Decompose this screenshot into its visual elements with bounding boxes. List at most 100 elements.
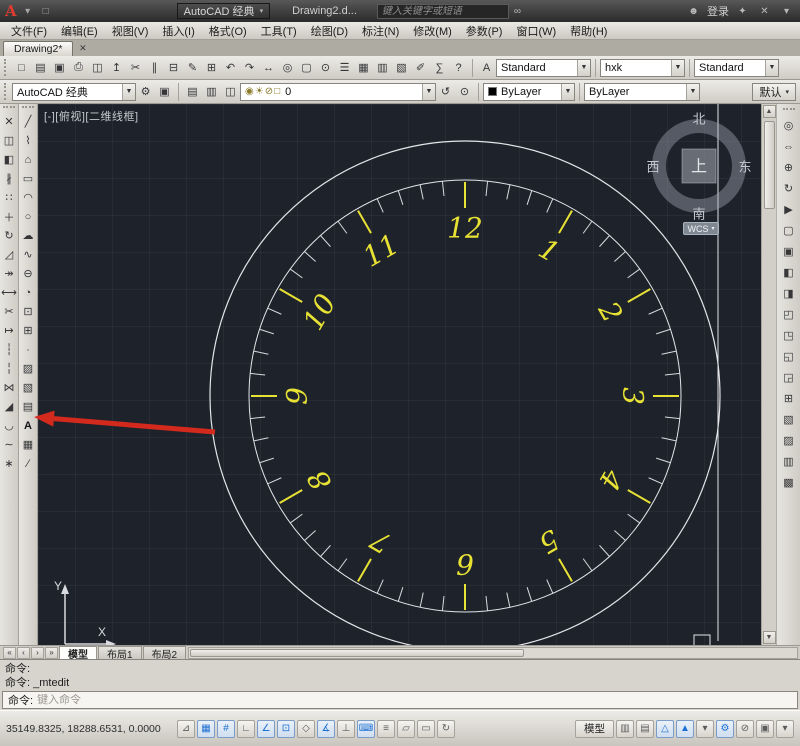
- viewcube-south-label[interactable]: 南: [692, 207, 705, 222]
- layout-nav-button[interactable]: ‹: [17, 646, 30, 659]
- table-button[interactable]: ▦: [19, 435, 37, 454]
- layout-nav-button[interactable]: »: [45, 646, 58, 659]
- horizontal-scrollbar[interactable]: [188, 646, 798, 659]
- login-link[interactable]: 登录: [707, 3, 729, 19]
- transparency-button[interactable]: ▱: [397, 719, 415, 738]
- object-snap-button[interactable]: ⊡: [277, 719, 295, 738]
- offset-button[interactable]: ∦: [0, 169, 18, 188]
- viewcube-west-label[interactable]: 西: [646, 160, 659, 175]
- join-button[interactable]: ⋈: [0, 378, 18, 397]
- zoom-extents-button[interactable]: ⊕: [779, 158, 799, 177]
- copy-button[interactable]: ◫: [0, 131, 18, 150]
- workspace-combo[interactable]: AutoCAD 经典 ▼: [12, 82, 136, 101]
- status-menu-caret-button[interactable]: ▾: [776, 719, 794, 738]
- horizontal-scroll-thumb[interactable]: [190, 648, 525, 657]
- clean-screen-button[interactable]: ▣: [756, 719, 774, 738]
- viewcube-top-label[interactable]: 上: [691, 158, 707, 176]
- mtext-button[interactable]: A: [19, 416, 37, 435]
- object-snap-tracking-button[interactable]: ∡: [317, 719, 335, 738]
- publish-button[interactable]: ↥: [107, 58, 126, 77]
- lineweight-button[interactable]: ≡: [377, 719, 395, 738]
- properties-button[interactable]: ☰: [335, 58, 354, 77]
- menu-item[interactable]: 绘图(D): [304, 22, 355, 40]
- drawing-canvas[interactable]: [-][俯视][二维线框] 12 1 2 3 4 5 6 7 8 9 10 11 上 北 南 西 东 …: [38, 104, 761, 645]
- undo-button[interactable]: ↶: [221, 58, 240, 77]
- rotate-button[interactable]: ↻: [0, 226, 18, 245]
- annotation-autoscale-button[interactable]: ▲: [676, 719, 694, 738]
- dynamic-ucs-button[interactable]: ⊥: [337, 719, 355, 738]
- markup-set-manager-button[interactable]: ✐: [411, 58, 430, 77]
- workspace-switching-button[interactable]: ⚙: [716, 719, 734, 738]
- plot-preview-button[interactable]: ◫: [88, 58, 107, 77]
- layout-nav-button[interactable]: «: [3, 646, 16, 659]
- region-button[interactable]: ▤: [19, 397, 37, 416]
- viewcube-north-label[interactable]: 北: [692, 112, 705, 127]
- circle-button[interactable]: ○: [19, 207, 37, 226]
- menu-item[interactable]: 窗口(W): [509, 22, 563, 40]
- menu-item[interactable]: 视图(V): [105, 22, 156, 40]
- blend-button[interactable]: ∼: [0, 435, 18, 454]
- menu-item[interactable]: 标注(N): [355, 22, 406, 40]
- menu-item[interactable]: 参数(P): [459, 22, 510, 40]
- command-input-row[interactable]: 命令:: [2, 691, 798, 709]
- lengthen-button[interactable]: ⟷: [0, 283, 18, 302]
- view-se-iso-button[interactable]: ◲: [779, 368, 799, 387]
- pan-button[interactable]: ⇔: [779, 137, 799, 156]
- point-button[interactable]: ∙: [19, 340, 37, 359]
- polar-tracking-button[interactable]: ∠: [257, 719, 275, 738]
- command-input[interactable]: [37, 694, 792, 706]
- view-sw-iso-button[interactable]: ◱: [779, 347, 799, 366]
- block-editor-button[interactable]: ⊞: [202, 58, 221, 77]
- redo-button[interactable]: ↷: [240, 58, 259, 77]
- model-space-button[interactable]: 模型: [575, 719, 614, 738]
- move-button[interactable]: ＋: [0, 207, 18, 226]
- ellipse-button[interactable]: ⊖: [19, 264, 37, 283]
- zoom-window-button[interactable]: ▢: [297, 58, 316, 77]
- paste-button[interactable]: ⊟: [164, 58, 183, 77]
- viewcube-east-label[interactable]: 东: [738, 160, 751, 175]
- menu-item[interactable]: 帮助(H): [563, 22, 614, 40]
- plot-button[interactable]: ⎙: [69, 58, 88, 77]
- design-center-button[interactable]: ▦: [354, 58, 373, 77]
- search-input[interactable]: [376, 3, 509, 19]
- trim-button[interactable]: ✂: [0, 302, 18, 321]
- workspace-selector[interactable]: AutoCAD 经典 ▾: [176, 3, 271, 19]
- default-annotation-button[interactable]: 默认 ▾: [752, 82, 796, 101]
- fillet-button[interactable]: ◡: [0, 416, 18, 435]
- revcloud-button[interactable]: ☁: [19, 226, 37, 245]
- dynamic-input-button[interactable]: ⌨: [357, 719, 375, 738]
- scale-button[interactable]: ◿: [0, 245, 18, 264]
- make-block-button[interactable]: ⊞: [19, 321, 37, 340]
- gradient-button[interactable]: ▧: [19, 378, 37, 397]
- break-button[interactable]: ╎: [0, 359, 18, 378]
- wcs-selector[interactable]: WCS ▾: [683, 222, 719, 235]
- text-style-combo[interactable]: Standard ▼: [496, 58, 591, 77]
- line-button[interactable]: ╱: [19, 112, 37, 131]
- user-icon[interactable]: ☻: [685, 3, 702, 19]
- extend-button[interactable]: ↦: [0, 321, 18, 340]
- chevron-down-icon[interactable]: ▼: [561, 83, 574, 100]
- save-button[interactable]: ▣: [50, 58, 69, 77]
- tab-close-icon[interactable]: ✕: [76, 42, 89, 55]
- toolbar-lock-button[interactable]: ⊘: [736, 719, 754, 738]
- arc-button[interactable]: ◠: [19, 188, 37, 207]
- zoom-previous-button[interactable]: ⊙: [316, 58, 335, 77]
- chevron-down-icon[interactable]: ▼: [422, 83, 435, 100]
- ray-button[interactable]: ∕: [19, 454, 37, 473]
- chevron-down-icon[interactable]: ▼: [686, 83, 699, 100]
- toolbar-grip[interactable]: [782, 108, 795, 113]
- menu-item[interactable]: 修改(M): [406, 22, 459, 40]
- chevron-down-icon[interactable]: ▼: [671, 59, 684, 76]
- wireframe-2d-button[interactable]: ⊞: [779, 389, 799, 408]
- cut-button[interactable]: ✂: [126, 58, 145, 77]
- infocenter-caret-icon[interactable]: ▾: [778, 3, 795, 19]
- layer-previous-button[interactable]: ↺: [436, 82, 455, 101]
- stretch-button[interactable]: ↠: [0, 264, 18, 283]
- tool-palettes-button[interactable]: ▥: [373, 58, 392, 77]
- sheet-set-manager-button[interactable]: ▧: [392, 58, 411, 77]
- linetype-combo[interactable]: ByLayer ▼: [584, 82, 700, 101]
- snap-mode-button[interactable]: ▦: [197, 719, 215, 738]
- help-button[interactable]: ?: [449, 58, 468, 77]
- toolbar-grip[interactable]: [22, 106, 34, 111]
- layout-tab-1[interactable]: 布局1: [98, 646, 142, 661]
